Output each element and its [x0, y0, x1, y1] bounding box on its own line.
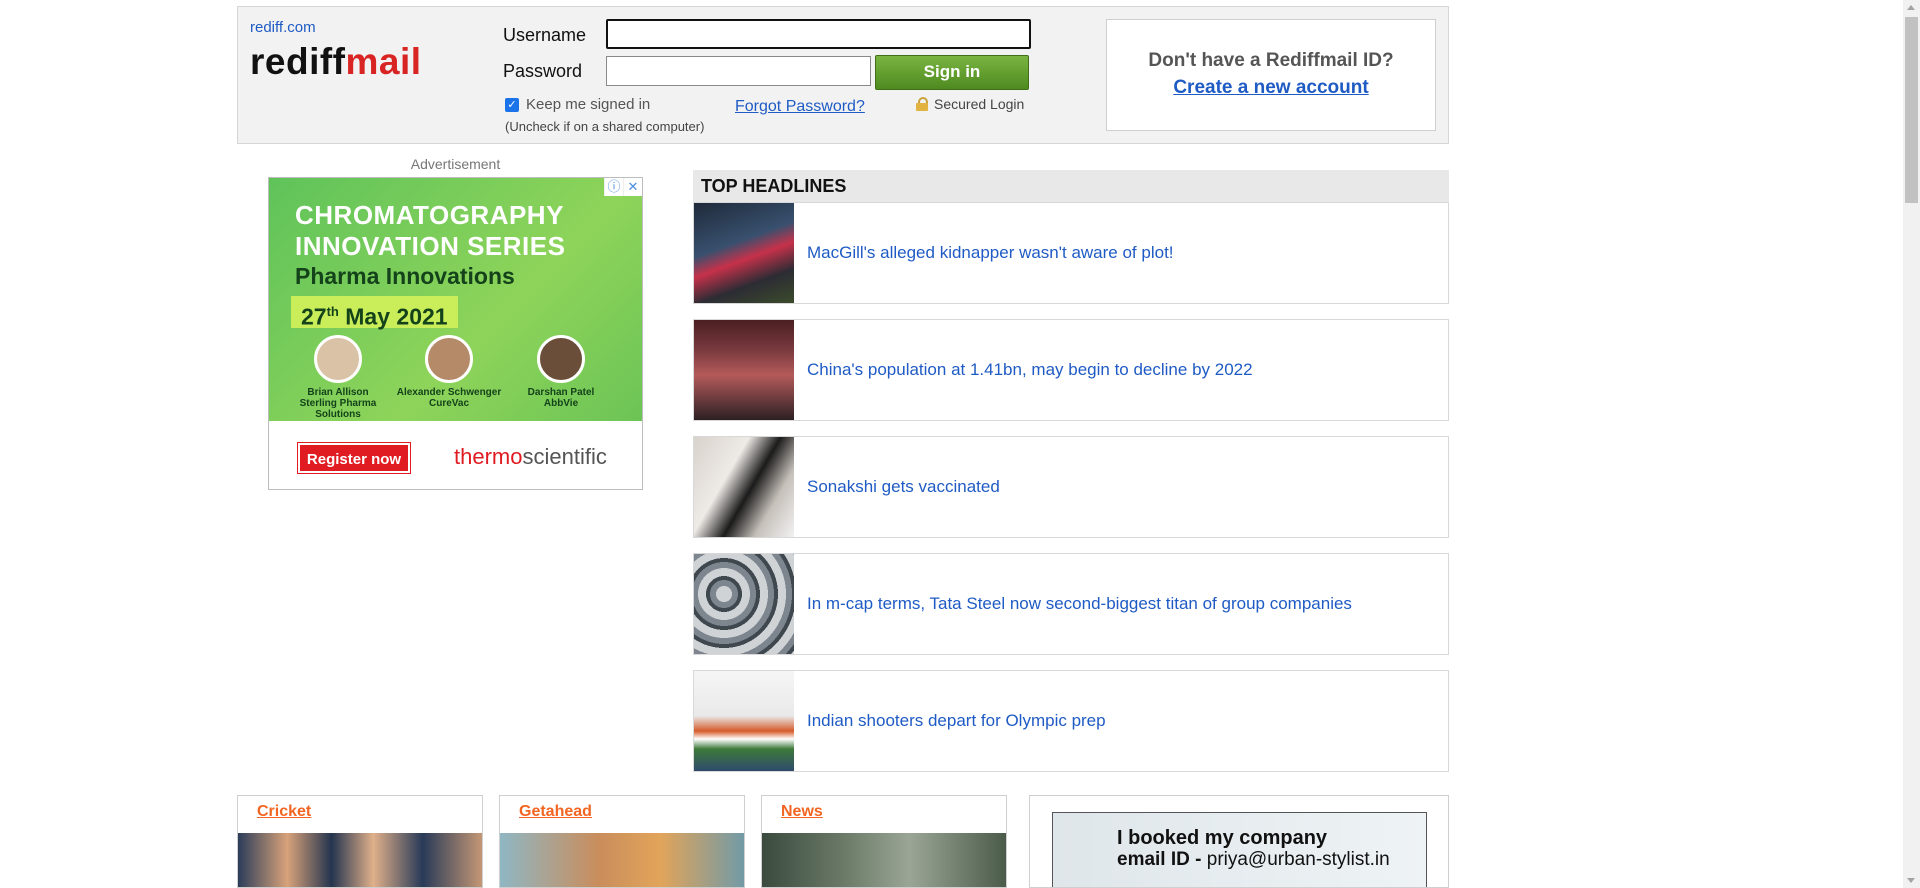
headline-thumbnail[interactable]	[694, 554, 794, 654]
advertisement-banner[interactable]: CHROMATOGRAPHY INNOVATION SERIES Pharma …	[268, 177, 643, 490]
rediffmail-logo: rediffmail	[250, 41, 422, 83]
ad-line1: CHROMATOGRAPHY	[295, 200, 564, 230]
ad-date-rest: May 2021	[338, 303, 448, 330]
lock-icon	[916, 97, 928, 111]
headline-thumbnail[interactable]	[694, 437, 794, 537]
headline-item[interactable]: Sonakshi gets vaccinated	[693, 436, 1449, 538]
headline-item[interactable]: Indian shooters depart for Olympic prep	[693, 670, 1449, 772]
scroll-down-arrow-icon[interactable]	[1907, 878, 1915, 883]
section-link-getahead[interactable]: Getahead	[519, 803, 592, 821]
ad-headline: CHROMATOGRAPHY INNOVATION SERIES	[295, 200, 565, 262]
headline-thumbnail[interactable]	[694, 671, 794, 771]
rediff-home-link[interactable]: rediff.com	[250, 19, 316, 36]
brand-thermo: thermo	[454, 444, 523, 469]
create-account-link[interactable]: Create a new account	[1107, 77, 1435, 99]
headline-thumbnail[interactable]	[694, 320, 794, 420]
headline-link[interactable]: In m-cap terms, Tata Steel now second-bi…	[807, 554, 1352, 654]
forgot-password-link[interactable]: Forgot Password?	[735, 98, 865, 116]
thermo-scientific-logo: thermoscientific	[454, 444, 607, 470]
secured-login: Secured Login	[916, 96, 1024, 112]
headline-link[interactable]: Indian shooters depart for Olympic prep	[807, 671, 1106, 771]
headline-item[interactable]: MacGill's alleged kidnapper wasn't aware…	[693, 202, 1449, 304]
checkbox-checked-icon[interactable]: ✓	[505, 97, 519, 112]
ad-close-icon[interactable]: ✕	[623, 178, 642, 196]
speaker-org: AbbVie	[543, 398, 579, 409]
ad-speaker: Brian Allison Sterling Pharma Solutions	[283, 335, 393, 420]
signup-question: Don't have a Rediffmail ID?	[1148, 50, 1394, 71]
speaker-name: Alexander Schwenger	[396, 387, 502, 398]
uncheck-note: (Uncheck if on a shared computer)	[505, 119, 705, 134]
ad-visual: CHROMATOGRAPHY INNOVATION SERIES Pharma …	[269, 178, 642, 421]
logo-text-mail: mail	[345, 41, 422, 82]
ad-speaker: Alexander Schwenger CureVac	[394, 335, 504, 409]
signin-button[interactable]: Sign in	[875, 55, 1029, 90]
section-image-getahead[interactable]	[500, 833, 744, 887]
speaker-photo	[425, 335, 473, 383]
password-label: Password	[503, 61, 583, 81]
scroll-up-arrow-icon[interactable]	[1907, 5, 1915, 10]
ad-line2: INNOVATION SERIES	[295, 231, 566, 261]
login-header: rediff.com rediffmail Username Password …	[237, 6, 1449, 144]
section-link-news[interactable]: News	[781, 803, 823, 821]
username-input[interactable]	[606, 19, 1031, 49]
promo-line2-bold: email ID -	[1117, 849, 1207, 870]
register-now-button[interactable]: Register now	[297, 442, 411, 474]
promo-line2-rest: priya@urban-stylist.in	[1206, 849, 1390, 870]
speaker-photo	[537, 335, 585, 383]
promo-line1: I booked my company	[1117, 827, 1328, 849]
headline-item[interactable]: In m-cap terms, Tata Steel now second-bi…	[693, 553, 1449, 655]
logo-text-rediff: rediff	[250, 41, 346, 82]
speaker-photo	[314, 335, 362, 383]
ad-info-icon[interactable]: ⓘ	[604, 178, 623, 196]
page-scrollbar[interactable]	[1903, 0, 1920, 888]
speaker-org: Sterling Pharma Solutions	[299, 398, 377, 420]
brand-scientific: scientific	[522, 444, 607, 469]
section-cricket: Cricket	[237, 795, 483, 888]
ad-speaker: Darshan Patel AbbVie	[506, 335, 616, 409]
headline-item[interactable]: China's population at 1.41bn, may begin …	[693, 319, 1449, 421]
ad-date-suffix: th	[326, 304, 339, 319]
ad-date: 27th May 2021	[291, 296, 458, 330]
promo-line2: email ID - priya@urban-stylist.in	[1117, 849, 1390, 871]
ad-controls: ⓘ ✕	[604, 178, 642, 196]
section-news: News	[761, 795, 1007, 888]
scrollbar-thumb[interactable]	[1905, 17, 1918, 203]
advertisement-label: Advertisement	[410, 156, 501, 172]
section-getahead: Getahead	[499, 795, 745, 888]
top-headlines-title: TOP HEADLINES	[693, 170, 1449, 202]
headline-link[interactable]: Sonakshi gets vaccinated	[807, 437, 1000, 537]
headline-link[interactable]: China's population at 1.41bn, may begin …	[807, 320, 1253, 420]
username-label: Username	[503, 25, 587, 45]
password-input[interactable]	[606, 56, 871, 86]
headline-thumbnail[interactable]	[694, 203, 794, 303]
keep-signed-in-checkbox[interactable]: ✓ Keep me signed in	[505, 96, 650, 113]
promo-banner[interactable]: I booked my company email ID - priya@urb…	[1052, 812, 1427, 887]
ad-date-day: 27	[301, 303, 327, 330]
signup-box: Don't have a Rediffmail ID? Create a new…	[1106, 19, 1436, 131]
section-link-cricket[interactable]: Cricket	[257, 803, 311, 821]
promo-box: I booked my company email ID - priya@urb…	[1029, 795, 1449, 888]
keep-signed-in-label: Keep me signed in	[526, 96, 651, 113]
speaker-org: CureVac	[428, 398, 470, 409]
section-image-cricket[interactable]	[238, 833, 482, 887]
section-image-news[interactable]	[762, 833, 1006, 887]
headline-link[interactable]: MacGill's alleged kidnapper wasn't aware…	[807, 203, 1174, 303]
speaker-name: Brian Allison	[307, 387, 369, 398]
speaker-name: Darshan Patel	[527, 387, 595, 398]
secured-login-label: Secured Login	[934, 96, 1025, 112]
ad-line3: Pharma Innovations	[295, 263, 515, 289]
